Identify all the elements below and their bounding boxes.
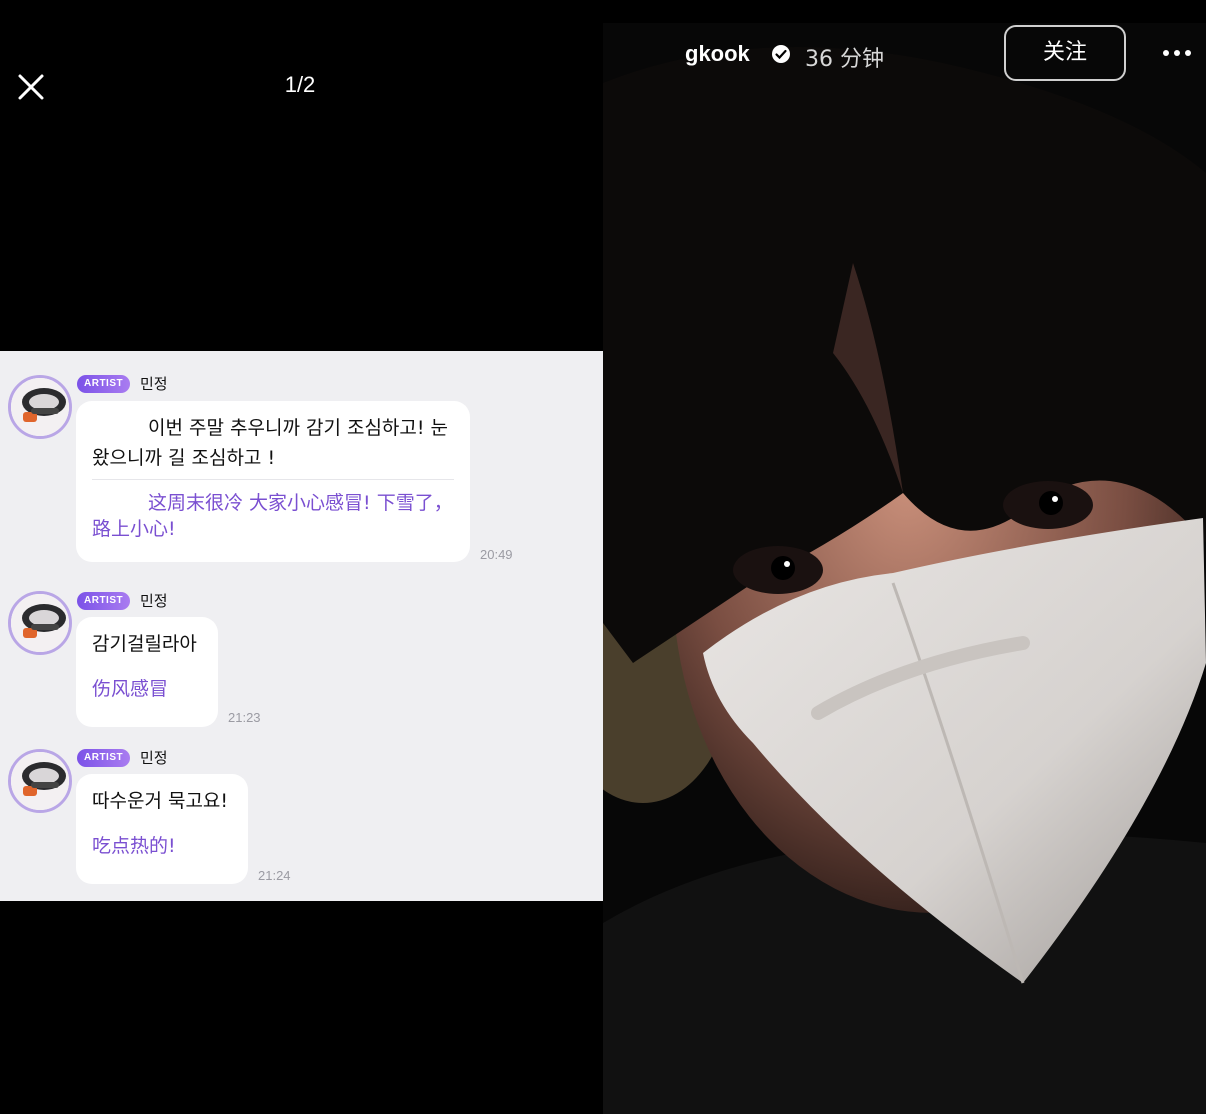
avatar <box>8 591 72 655</box>
divider <box>92 822 232 823</box>
chinese-translation: 这周末很冷 大家小心感冒! 下雪了，路上小心! <box>92 492 453 540</box>
post-time: 36 分钟 <box>805 47 884 72</box>
sender-name: 민정 <box>140 375 168 393</box>
post-header: gkook 36 分钟 关注 <box>603 23 1206 89</box>
follow-button[interactable]: 关注 <box>1004 25 1126 81</box>
post-photo <box>603 23 1206 1114</box>
close-icon[interactable] <box>14 70 48 104</box>
verified-icon <box>772 45 790 63</box>
left-panel: 1/2 ARTIST 민정 이번 주말 추우니까 감기 조심하고! 눈 왔으니까… <box>0 0 603 1114</box>
more-icon[interactable] <box>1159 35 1195 71</box>
image-counter: 1/2 <box>284 72 316 97</box>
korean-text: 이번 주말 추우니까 감기 조심하고! 눈 왔으니까 길 조심하고 ! <box>92 417 449 469</box>
message-time: 21:23 <box>228 710 261 725</box>
artist-badge: ARTIST <box>77 592 131 610</box>
username[interactable]: gkook <box>685 41 750 67</box>
divider <box>92 665 202 666</box>
avatar <box>8 375 72 439</box>
chinese-translation: 吃点热的! <box>92 835 176 857</box>
avatar <box>8 749 72 813</box>
sender-name: 민정 <box>140 592 168 610</box>
chat-screenshot: ARTIST 민정 이번 주말 추우니까 감기 조심하고! 눈 왔으니까 길 조… <box>0 351 603 901</box>
message-time: 20:49 <box>480 547 513 562</box>
message-bubble: 감기걸릴라아 伤风感冒 <box>76 617 218 727</box>
message-bubble: 따수운거 묵고요! 吃点热的! <box>76 774 248 884</box>
message-time: 21:24 <box>258 868 291 883</box>
artist-badge: ARTIST <box>77 749 131 767</box>
message-bubble: 이번 주말 추우니까 감기 조심하고! 눈 왔으니까 길 조심하고 ! 这周末很… <box>76 401 470 562</box>
korean-text: 따수운거 묵고요! <box>92 790 229 812</box>
sender-name: 민정 <box>140 749 168 767</box>
artist-badge: ARTIST <box>77 375 131 393</box>
chinese-translation: 伤风感冒 <box>92 678 169 700</box>
divider <box>92 479 454 480</box>
korean-text: 감기걸릴라아 <box>92 633 197 655</box>
selfie-image <box>603 23 1206 1114</box>
